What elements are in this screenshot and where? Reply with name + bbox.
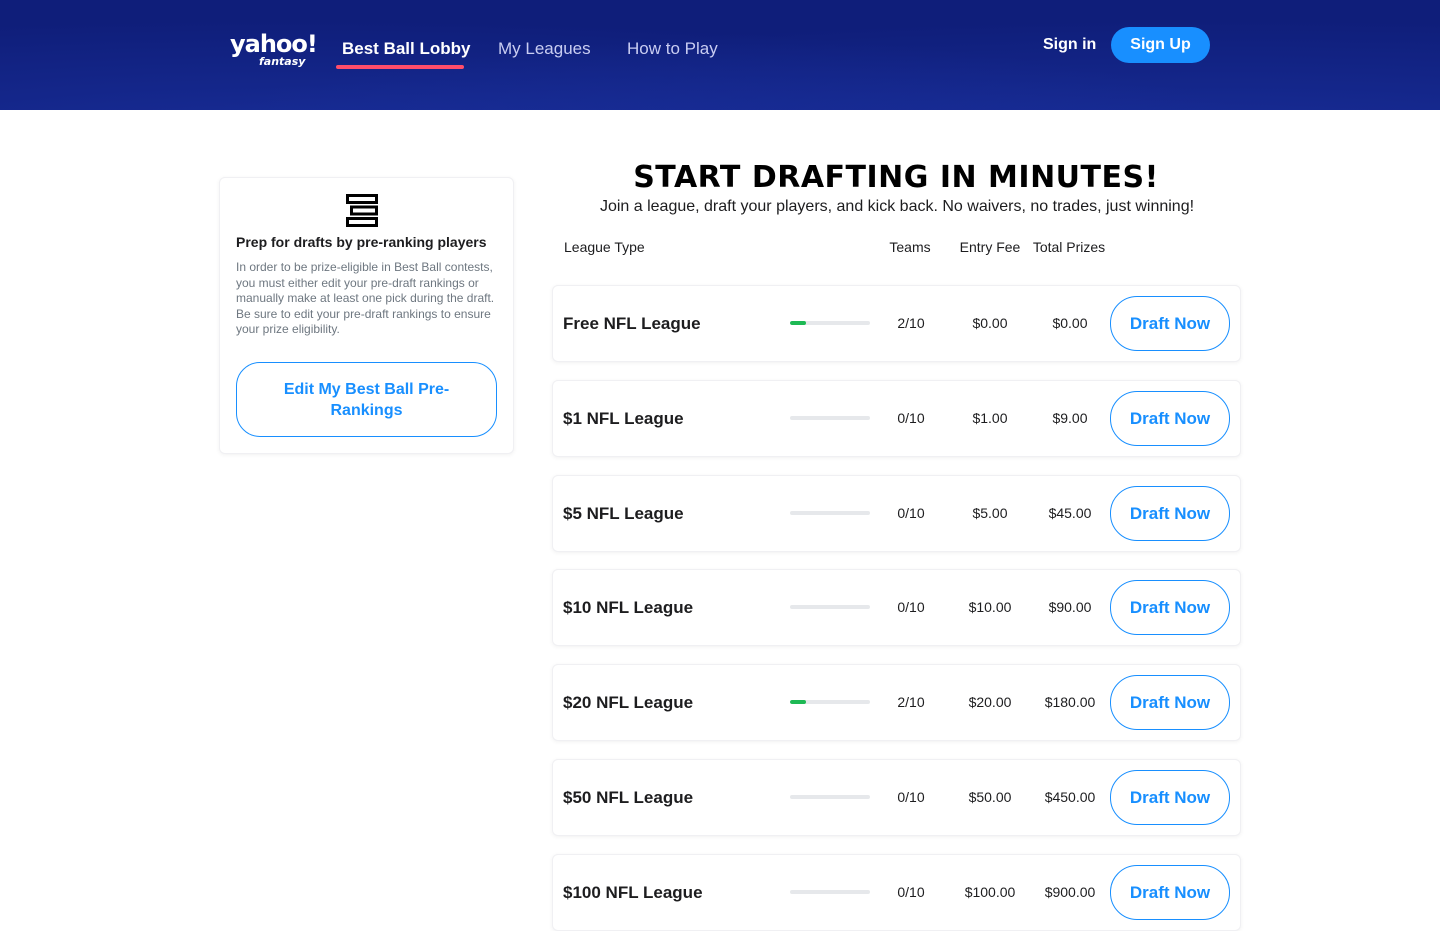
edit-pre-rankings-button[interactable]: Edit My Best Ball Pre-Rankings [236, 362, 497, 437]
logo-subtitle: fantasy [259, 55, 306, 68]
league-name: $1 NFL League [563, 409, 684, 428]
league-total-prizes: $450.00 [1044, 789, 1096, 805]
league-teams: 0/10 [897, 884, 925, 900]
league-total-prizes: $180.00 [1044, 694, 1096, 710]
league-name: $50 NFL League [563, 788, 694, 807]
league-total-prizes: $9.00 [1052, 410, 1088, 426]
teams-progress-bar [790, 321, 870, 325]
prep-card-title: Prep for drafts by pre-ranking players [236, 234, 487, 250]
draft-now-button[interactable]: Draft Now [1110, 296, 1230, 351]
teams-progress-fill [790, 700, 806, 704]
league-teams: 2/10 [897, 315, 925, 331]
league-entry-fee: $10.00 [968, 599, 1012, 615]
league-teams: 0/10 [897, 789, 925, 805]
league-entry-fee: $0.00 [972, 315, 1008, 331]
yahoo-fantasy-logo[interactable]: yahoo! fantasy [230, 30, 318, 69]
teams-progress-bar [790, 416, 870, 420]
prep-card-description: In order to be prize-eligible in Best Ba… [236, 260, 495, 337]
top-header: yahoo! fantasy Best Ball Lobby My League… [0, 0, 1440, 110]
draft-now-button[interactable]: Draft Now [1110, 770, 1230, 825]
sign-up-button[interactable]: Sign Up [1111, 27, 1210, 63]
league-entry-fee: $100.00 [964, 884, 1016, 900]
draft-now-button[interactable]: Draft Now [1110, 865, 1230, 920]
league-teams: 0/10 [897, 599, 925, 615]
logo-wordmark: yahoo! [230, 30, 318, 58]
league-teams: 0/10 [897, 505, 925, 521]
league-total-prizes: $90.00 [1048, 599, 1092, 615]
league-name: $100 NFL League [563, 883, 703, 902]
teams-progress-bar [790, 890, 870, 894]
draft-now-button[interactable]: Draft Now [1110, 580, 1230, 635]
league-name: $5 NFL League [563, 504, 684, 523]
draft-now-button[interactable]: Draft Now [1110, 675, 1230, 730]
column-header-total-prizes: Total Prizes [1032, 239, 1106, 255]
page-subheadline: Join a league, draft your players, and k… [599, 198, 1195, 215]
league-row: Free NFL League 2/10 $0.00 $0.00 Draft N… [552, 285, 1241, 362]
active-nav-underline [336, 65, 464, 69]
teams-progress-bar [790, 605, 870, 609]
teams-progress-bar [790, 700, 870, 704]
column-header-league-type: League Type [564, 239, 645, 255]
rankings-list-icon [346, 194, 378, 227]
league-name: $20 NFL League [563, 693, 694, 712]
page-headline: START DRAFTING IN MINUTES! [633, 160, 1159, 195]
league-row: $20 NFL League 2/10 $20.00 $180.00 Draft… [552, 664, 1241, 741]
league-row: $100 NFL League 0/10 $100.00 $900.00 Dra… [552, 854, 1241, 931]
league-total-prizes: $900.00 [1044, 884, 1096, 900]
league-teams: 2/10 [897, 694, 925, 710]
nav-best-ball-lobby[interactable]: Best Ball Lobby [342, 38, 470, 60]
league-entry-fee: $1.00 [972, 410, 1008, 426]
teams-progress-bar [790, 511, 870, 515]
league-row: $5 NFL League 0/10 $5.00 $45.00 Draft No… [552, 475, 1241, 552]
sign-in-link[interactable]: Sign in [1043, 35, 1096, 55]
league-total-prizes: $0.00 [1052, 315, 1088, 331]
league-row: $1 NFL League 0/10 $1.00 $9.00 Draft Now [552, 380, 1241, 457]
nav-how-to-play[interactable]: How to Play [627, 38, 718, 60]
league-teams: 0/10 [897, 410, 925, 426]
teams-progress-bar [790, 795, 870, 799]
league-row: $50 NFL League 0/10 $50.00 $450.00 Draft… [552, 759, 1241, 836]
league-total-prizes: $45.00 [1048, 505, 1092, 521]
league-entry-fee: $20.00 [968, 694, 1012, 710]
draft-now-button[interactable]: Draft Now [1110, 391, 1230, 446]
league-row: $10 NFL League 0/10 $10.00 $90.00 Draft … [552, 569, 1241, 646]
header-background [0, 0, 1440, 110]
column-header-teams: Teams [889, 239, 931, 255]
teams-progress-fill [790, 321, 806, 325]
league-name: $10 NFL League [563, 598, 694, 617]
column-header-entry-fee: Entry Fee [959, 239, 1021, 255]
draft-now-button[interactable]: Draft Now [1110, 486, 1230, 541]
league-entry-fee: $50.00 [968, 789, 1012, 805]
nav-my-leagues[interactable]: My Leagues [498, 38, 591, 60]
prep-rankings-card: Prep for drafts by pre-ranking players I… [219, 177, 514, 454]
league-entry-fee: $5.00 [972, 505, 1008, 521]
league-name: Free NFL League [563, 314, 701, 333]
